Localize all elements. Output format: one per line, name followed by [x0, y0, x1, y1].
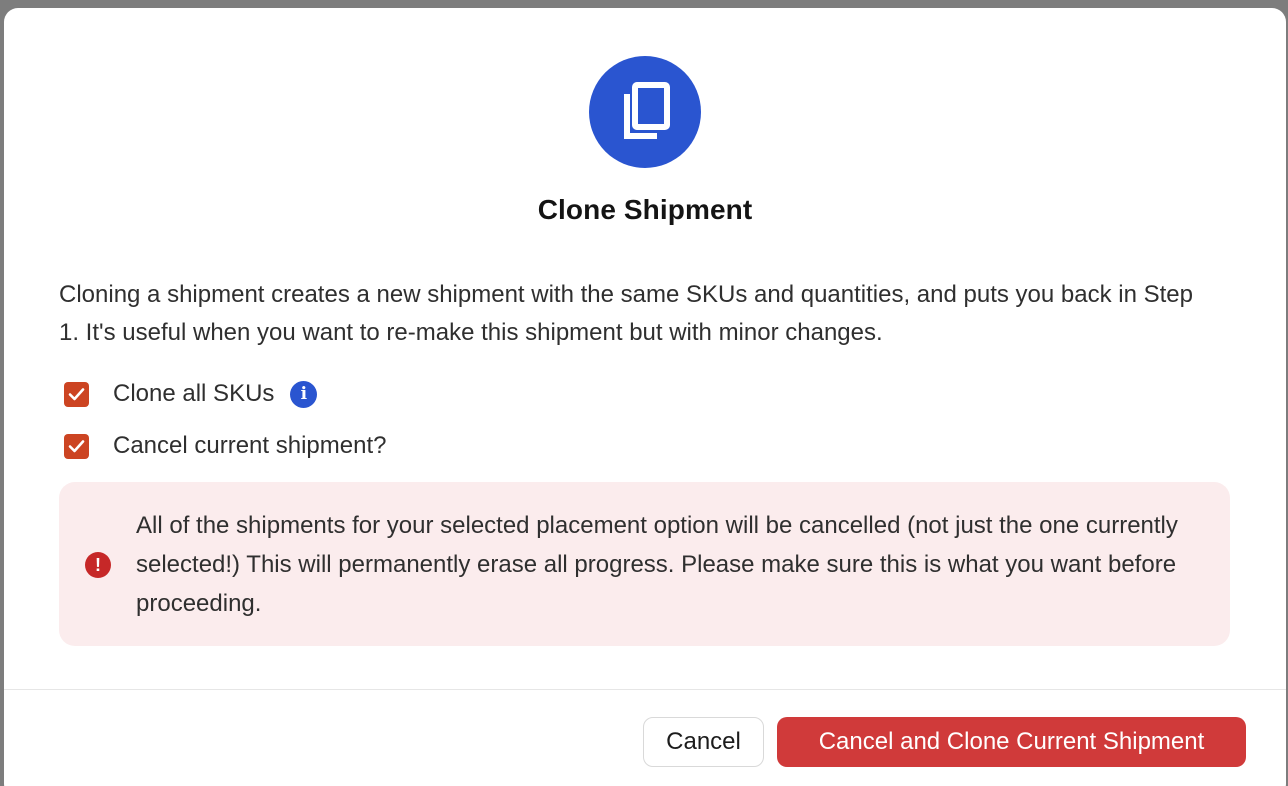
checkmark-icon: [68, 440, 85, 453]
checkmark-icon: [68, 388, 85, 401]
cancel-and-clone-button[interactable]: Cancel and Clone Current Shipment: [777, 717, 1246, 767]
info-icon[interactable]: i: [290, 380, 318, 408]
option-clone-all-skus[interactable]: Clone all SKUs i: [64, 380, 318, 408]
clone-shipment-dialog: Clone Shipment Cloning a shipment create…: [4, 8, 1286, 786]
option-cancel-current-shipment[interactable]: Cancel current shipment?: [64, 432, 386, 460]
cancel-current-shipment-label: Cancel current shipment?: [113, 432, 387, 459]
clone-all-skus-label: Clone all SKUs: [113, 380, 275, 407]
warning-alert: ! All of the shipments for your selected…: [59, 482, 1230, 646]
dialog-description: Cloning a shipment creates a new shipmen…: [59, 281, 1193, 346]
cancel-button[interactable]: Cancel: [643, 717, 764, 767]
footer-divider: [4, 689, 1286, 690]
dialog-title: Clone Shipment: [537, 194, 753, 225]
dialog-header: Clone Shipment: [4, 8, 1286, 226]
cancel-current-shipment-checkbox[interactable]: [64, 433, 89, 459]
clone-all-skus-checkbox[interactable]: [64, 381, 89, 407]
error-icon: !: [85, 552, 111, 578]
warning-text: All of the shipments for your selected p…: [136, 512, 1178, 617]
copy-icon: [589, 56, 701, 168]
